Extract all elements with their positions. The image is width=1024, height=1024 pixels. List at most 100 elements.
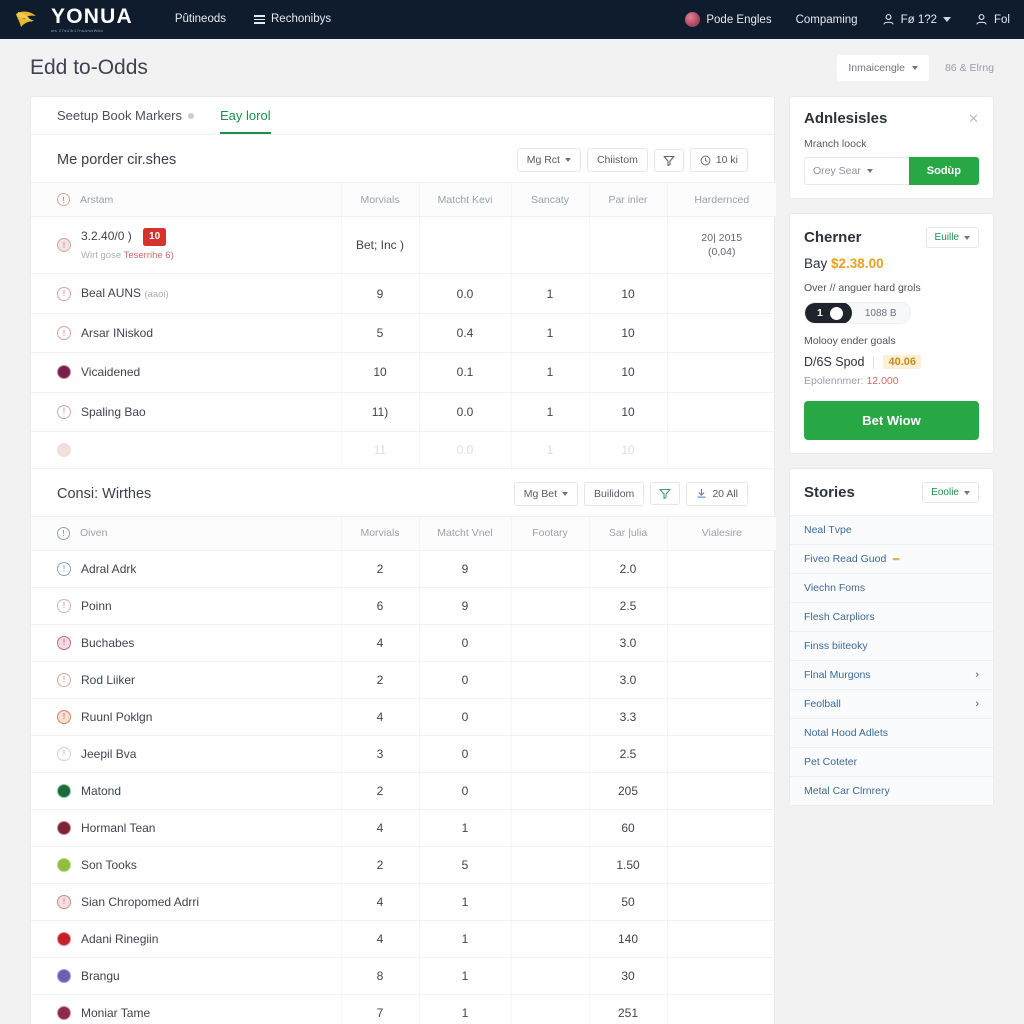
builidom-button-label: Builidom [594,487,635,500]
filter-icon [659,489,671,500]
list-item[interactable]: Neal Tvpe [790,515,993,544]
cell-morvials: 4 [340,624,419,662]
tab-seetup-book-markers[interactable]: Seetup Book Markers [57,108,195,134]
row-name-cell: ! Sian Chropomed Adrri [31,883,341,921]
cell-morvials: 9 [340,273,419,315]
section-two-bet-select[interactable]: Mg Bet [513,481,579,506]
column-header-matcht-kevi[interactable]: Matcht Kevi [418,182,511,217]
table-row[interactable]: ! Spaling Bao 11) 0.0 1 10 [31,392,776,432]
cell-matcht-vnel: 1 [418,994,511,1024]
nav-link-compaming[interactable]: Compaming [796,14,858,26]
column-header-morvials[interactable]: Morvials [340,182,419,217]
alert-icon: ! [57,526,70,540]
table-row[interactable]: ! Sian Chropomed Adrri 4 1 50 [31,883,776,921]
table-row[interactable]: Brangu 8 1 30 [31,957,776,995]
table-row[interactable]: ! Beal AUNS (aaoi) 9 0.0 1 10 [31,273,776,315]
cell-morvials: 4 [340,698,419,736]
goal-stepper-handle[interactable]: 1 [805,303,852,323]
expected-value: 12.000 [866,375,899,387]
table-row[interactable]: Adani Rinegiin 4 1 140 [31,920,776,958]
section-two-builidom-button[interactable]: Builidom [584,481,645,506]
nav-link-rechonibys[interactable]: Rechonibys [254,13,331,26]
table-row[interactable]: ! Ruunl Poklgn 4 0 3.3 [31,698,776,736]
row-name-cell: ! Jeepil Bva [31,735,341,773]
table-row[interactable]: ! 3.2.40/0 ) 10 Wirt gose Teserrihe 6) B… [31,216,776,275]
cell-morvials: 3 [340,735,419,773]
table-row[interactable]: ! Jeepil Bva 3 0 2.5 [31,735,776,773]
secondary-nav-links: Pode Engles Compaming Fø 1?2 Fol [685,12,1010,27]
list-item[interactable]: Fiveo Read Guod ▪▪▪ [790,544,993,573]
bets-table-body: ! Adral Adrk 2 9 2.0 ! Poinn 6 9 2.5 ! B… [31,550,776,1024]
table-row[interactable]: Son Tooks 2 5 1.50 [31,846,776,884]
chevron-down-icon [866,169,873,173]
table-row[interactable]: ! Adral Adrk 2 9 2.0 [31,550,776,588]
eagle-logo-icon [14,8,44,32]
column-header-vialesire[interactable]: Vialesire [666,515,776,551]
cherner-euille-select[interactable]: Euille [925,227,979,248]
cell-sar-julia: 3.3 [588,698,667,736]
goal-stepper-label: 1088 B [864,307,897,319]
list-item[interactable]: Flnal Murgons › [790,660,993,689]
column-header-name[interactable]: ! Arstam [31,182,341,217]
list-item[interactable]: Notal Hood Adlets [790,718,993,747]
cell-sar-julia: 30 [588,957,667,995]
column-header-sar-julia[interactable]: Sar |ulia [588,515,667,551]
table-row[interactable]: Moniar Tame 7 1 251 [31,994,776,1024]
goal-stepper[interactable]: 1 1088 B [804,302,911,324]
list-item[interactable]: Pet Coteter [790,747,993,776]
section-one-custom-button[interactable]: Chiistom [586,148,648,172]
column-header-par-inler[interactable]: Par inler [588,182,667,217]
story-label: Flnal Murgons [804,669,871,681]
nav-link-label: Compaming [795,13,858,26]
row-title: Brangu [81,968,120,983]
section-one-clock-button[interactable]: 10 ki [689,148,748,172]
cell-hardernced [666,313,776,354]
section-one-filter-button[interactable] [653,148,684,172]
table-row[interactable]: ! Arsar INiskod 5 0.4 1 10 [31,313,776,354]
list-item[interactable]: Finss biiteoky [790,631,993,660]
table-row[interactable]: Vicaidened 10 0.1 1 10 [31,352,776,393]
nav-link-label: Pode Engles [706,13,772,26]
column-header-matcht-vnel[interactable]: Matcht Vnel [418,515,511,551]
section-two-filter-button[interactable] [650,482,681,506]
nav-account-menu[interactable]: Fø 1?2 [882,13,952,26]
row-title: Adral Adrk [81,561,137,576]
table-row[interactable]: ! Buchabes 4 0 3.0 [31,624,776,662]
row-title: Poinn [81,598,112,613]
column-header-sancaty[interactable]: Sancaty [510,182,589,217]
close-icon[interactable]: ✕ [968,111,979,127]
column-label: Arstam [80,193,114,206]
cell-matcht-kevi: 0.0 [418,392,511,432]
chevron-down-icon [562,491,569,496]
section-one-title: Me porder cir.shes [57,152,177,168]
stories-eoolie-select[interactable]: Eoolie [922,482,979,503]
table-row[interactable]: Matond 2 0 205 [31,772,776,810]
nav-link-putineods[interactable]: Pûtineods [175,13,226,25]
tab-eay-lorol[interactable]: Eay lorol [220,108,271,134]
section-two-download-button[interactable]: 20 All [686,481,748,506]
list-item[interactable]: Viechn Foms [790,573,993,602]
table-row[interactable]: ! Rod Liiker 2 0 3.0 [31,661,776,699]
sodup-button[interactable]: Sodùp [908,157,979,185]
table-row-partial[interactable]: 11 0.0 1 10 [31,431,776,469]
list-item[interactable]: Feolball › [790,689,993,718]
nav-link-pode-engles[interactable]: Pode Engles [685,12,772,27]
column-header-morvials[interactable]: Morvials [340,515,419,551]
row-name-cell: Moniar Tame [31,994,341,1024]
status-dot-icon: ! [57,561,71,576]
brand-logo[interactable]: YONUA sts 27sU3r17nsAmxWAn [14,6,133,33]
table-row[interactable]: Hormanl Tean 4 1 60 [31,809,776,847]
column-header-footary[interactable]: Footary [510,515,589,551]
cell-footary [510,698,589,736]
list-item[interactable]: Metal Car Clrnrery [790,776,993,805]
orey-sear-select[interactable]: Orey Sear [804,157,909,185]
status-dot-icon: ! [57,598,71,613]
table-row[interactable]: ! Poinn 6 9 2.5 [31,587,776,625]
column-header-oiven[interactable]: ! Oiven [31,515,341,551]
section-one-sort-select[interactable]: Mg Rct [516,148,581,172]
column-header-hardernced[interactable]: Hardernced [666,182,776,217]
nav-link-fol[interactable]: Fol [975,13,1010,26]
list-item[interactable]: Flesh Carpliors [790,602,993,631]
language-select[interactable]: Inmaicengle [837,54,929,81]
bet-now-button[interactable]: Bet Wiow [804,401,979,440]
